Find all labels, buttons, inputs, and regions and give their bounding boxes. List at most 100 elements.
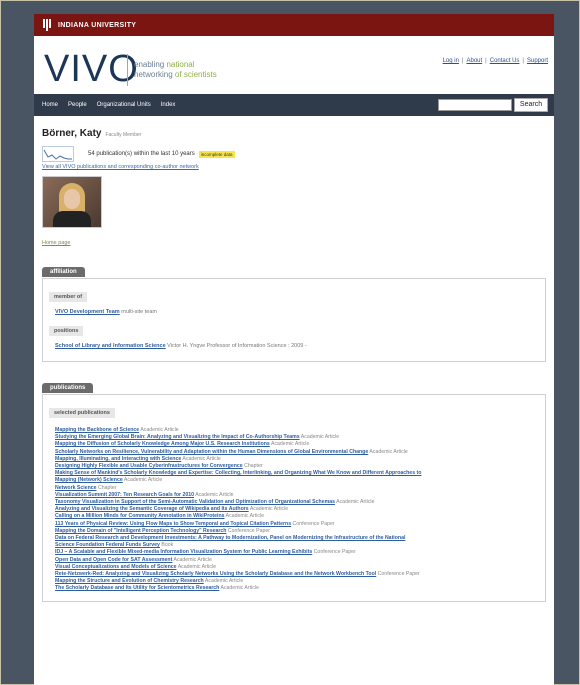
coauthor-network-link[interactable]: View all VIVO publications and correspon… <box>42 164 546 170</box>
publication-item: Designing Highly Flexible and Usable Cyb… <box>55 463 539 470</box>
tagline-part: networking <box>134 70 173 79</box>
position-link[interactable]: School of Library and Information Scienc… <box>55 343 166 349</box>
vivo-logo[interactable]: VIVO <box>44 48 139 91</box>
publication-item: Scholarly Networks on Resilience, Vulner… <box>55 449 539 456</box>
affiliation-section: affiliation member of VIVO Development T… <box>42 260 546 362</box>
publication-link[interactable]: Network Science <box>55 485 97 491</box>
tagline: enabling national networking of scientis… <box>134 60 217 80</box>
publication-type: Academic Article <box>225 513 265 520</box>
login-link[interactable]: Log in <box>443 58 459 64</box>
publication-type: Academic Article <box>195 491 234 498</box>
tagline-part: of scientists <box>174 70 217 79</box>
selected-publications-label: selected publications <box>49 408 115 418</box>
publication-item: Open Data and Open Code for SAT Assessme… <box>55 557 539 564</box>
profile-name: Börner, Katy Faculty Member <box>42 128 546 139</box>
publication-link[interactable]: 113 Years of Physical Review: Using Flow… <box>55 521 291 527</box>
nav-index[interactable]: Index <box>161 102 176 108</box>
support-link[interactable]: Support <box>527 58 548 64</box>
publication-item: Mapping the Diffusion of Scholarly Knowl… <box>55 441 539 448</box>
publication-item: Rete-Netzwerk-Red: Analyzing and Visuali… <box>55 571 539 578</box>
affiliation-tab[interactable]: affiliation <box>42 267 85 277</box>
publication-type: Academic Article <box>204 578 244 585</box>
publication-link[interactable]: Scholarly Networks on Resilience, Vulner… <box>55 449 368 455</box>
logo-divider <box>127 54 128 86</box>
publication-type: Academic Article <box>140 427 179 433</box>
publication-list: Mapping the Backbone of Science Academic… <box>55 427 539 593</box>
publication-link[interactable]: Mapping (Network) Science <box>55 477 123 483</box>
university-name[interactable]: INDIANA UNIVERSITY <box>58 22 136 29</box>
nav-org-units[interactable]: Organizational Units <box>97 102 151 108</box>
publication-link[interactable]: IDJ – A Scalable and Flexible Mixed-medi… <box>55 549 312 555</box>
publication-link[interactable]: Open Data and Open Code for SAT Assessme… <box>55 557 172 563</box>
publication-item: The Scholarly Database and Its Utility f… <box>55 585 539 592</box>
publication-item: Mapping the Domain of "Intelligent Perce… <box>55 528 539 535</box>
publication-link[interactable]: Visualization Summit 2007: Ten Research … <box>55 492 194 498</box>
publication-link[interactable]: Calling on a Million Minds for Community… <box>55 513 225 519</box>
brand-header: VIVO enabling national networking of sci… <box>34 36 554 94</box>
home-page-link[interactable]: Home page <box>42 240 546 246</box>
publication-link[interactable]: Analyzing and Visualizing the Semantic C… <box>55 506 249 512</box>
sparkline-graphic <box>43 149 72 160</box>
member-of-label: member of <box>49 292 88 302</box>
publication-type: Academic Article <box>182 455 221 462</box>
position-note: Victor H. Yngve Professor of Information… <box>167 343 307 349</box>
publication-item: Visualization Summit 2007: Ten Research … <box>55 492 539 499</box>
incomplete-data-badge: incomplete data <box>198 150 235 158</box>
publication-type: Conference Paper <box>377 571 420 578</box>
publication-item: Analyzing and Visualizing the Semantic C… <box>55 506 539 513</box>
sparkline-chart[interactable] <box>42 146 74 162</box>
publication-type: Conference Paper <box>313 549 356 556</box>
publication-type: Chapter <box>97 484 117 491</box>
publication-link[interactable]: Data on Federal Research and Development… <box>55 535 405 541</box>
member-note: multi-site team <box>121 309 157 315</box>
publication-item: Mapping (Network) Science Academic Artic… <box>55 477 539 484</box>
publication-item: Mapping the Structure and Evolution of C… <box>55 578 539 585</box>
search-button[interactable]: Search <box>514 98 548 112</box>
publication-link[interactable]: Mapping the Backbone of Science <box>55 427 139 433</box>
publication-link[interactable]: Mapping the Diffusion of Scholarly Knowl… <box>55 441 270 447</box>
publication-type: Academic Article <box>369 448 408 455</box>
profile-photo <box>42 176 102 228</box>
publication-type: Academic Article <box>177 563 217 570</box>
publications-tab[interactable]: publications <box>42 383 94 393</box>
publication-link[interactable]: Studying the Emerging Global Brain: Anal… <box>55 434 300 440</box>
publication-link[interactable]: The Scholarly Database and Its Utility f… <box>55 585 219 591</box>
publication-link[interactable]: Making Sense of Mankind's Scholarly Know… <box>55 470 421 476</box>
publication-link[interactable]: Visual Conceptualizations and Models of … <box>55 564 177 570</box>
publication-type: Chapter <box>244 463 263 470</box>
university-bar: INDIANA UNIVERSITY <box>34 14 554 36</box>
pub-count-text: publication(s) within the last 10 years <box>96 151 195 157</box>
affiliation-body: member of VIVO Development Team multi-si… <box>42 278 546 362</box>
member-link[interactable]: VIVO Development Team <box>55 309 120 315</box>
contact-link[interactable]: Contact Us <box>490 58 520 64</box>
publications-section: publications selected publications Mappi… <box>42 376 546 602</box>
publication-link[interactable]: Taxonomy Visualization in Support of the… <box>55 499 335 505</box>
publication-type: Conference Paper <box>227 527 270 534</box>
publication-link[interactable]: Designing Highly Flexible and Usable Cyb… <box>55 463 243 469</box>
about-link[interactable]: About <box>466 58 482 64</box>
main-nav: Home People Organizational Units Index S… <box>34 94 554 116</box>
publication-link[interactable]: Mapping the Domain of "Intelligent Perce… <box>55 528 226 534</box>
publication-link[interactable]: Mapping the Structure and Evolution of C… <box>55 578 204 584</box>
publication-type: Academic Article <box>336 499 375 506</box>
publication-item: Studying the Emerging Global Brain: Anal… <box>55 434 539 441</box>
publication-link[interactable]: Science Foundation Federal Funds Survey <box>55 542 160 548</box>
publication-item: Network Science Chapter <box>55 485 539 492</box>
publication-type: Academic Article <box>270 441 310 448</box>
name-text: Börner, Katy <box>42 128 102 139</box>
publication-item: Science Foundation Federal Funds Survey … <box>55 542 539 549</box>
publication-link[interactable]: Mapping, Illuminating, and Interacting w… <box>55 456 181 462</box>
nav-home[interactable]: Home <box>42 102 58 108</box>
pub-count: 54 <box>88 151 95 157</box>
publication-item: IDJ – A Scalable and Flexible Mixed-medi… <box>55 549 539 556</box>
publication-link[interactable]: Rete-Netzwerk-Red: Analyzing and Visuali… <box>55 571 376 577</box>
profile-content: Börner, Katy Faculty Member 54 publicatio… <box>42 128 546 602</box>
search-input[interactable] <box>438 99 512 111</box>
publication-type: Academic Article <box>249 506 289 513</box>
role-label: Faculty Member <box>105 132 142 138</box>
publication-type: Book <box>161 542 174 549</box>
page: INDIANA UNIVERSITY VIVO enabling nationa… <box>34 14 554 685</box>
nav-people[interactable]: People <box>68 102 87 108</box>
publication-type: Academic Article <box>300 434 340 441</box>
position-entry: School of Library and Information Scienc… <box>55 343 539 349</box>
